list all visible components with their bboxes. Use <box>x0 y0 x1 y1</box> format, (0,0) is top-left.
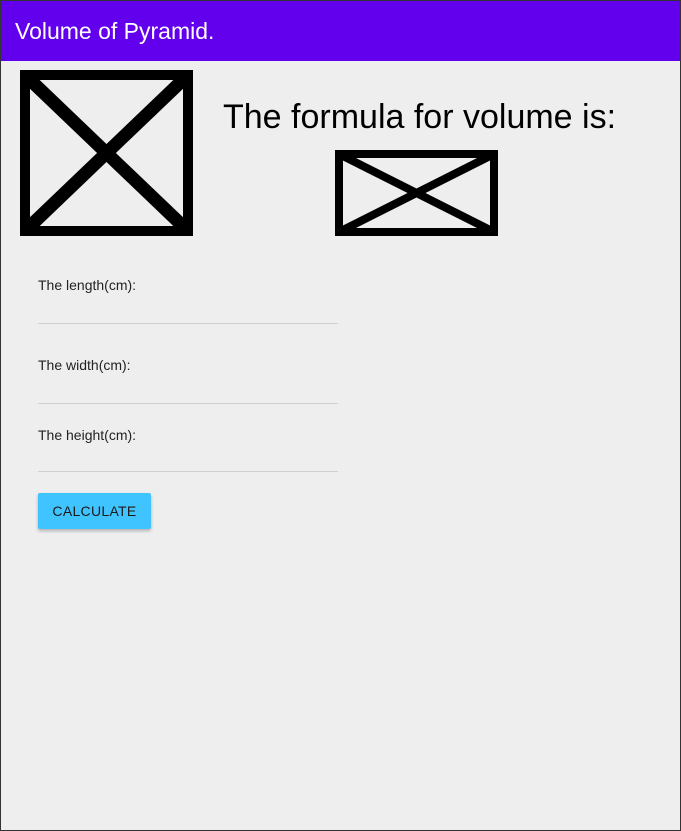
formula-image <box>335 150 498 236</box>
app-window: Volume of Pyramid. The formula for volum… <box>0 0 681 831</box>
width-label: The width(cm): <box>38 357 131 373</box>
height-label: The height(cm): <box>38 427 137 443</box>
width-field: The width(cm): <box>38 357 338 405</box>
length-label: The length(cm): <box>38 277 137 293</box>
pyramid-image <box>20 70 193 236</box>
calculate-button[interactable]: CALCULATE <box>38 493 151 529</box>
broken-image-icon <box>20 70 193 236</box>
broken-image-icon <box>335 150 498 236</box>
app-title: Volume of Pyramid. <box>15 18 215 44</box>
formula-heading: The formula for volume is: <box>223 98 617 136</box>
length-input[interactable] <box>38 298 338 324</box>
width-input[interactable] <box>38 378 338 404</box>
app-bar: Volume of Pyramid. <box>1 1 680 61</box>
height-input[interactable] <box>38 446 338 472</box>
height-field: The height(cm): <box>38 427 338 473</box>
length-field: The length(cm): <box>38 277 338 325</box>
